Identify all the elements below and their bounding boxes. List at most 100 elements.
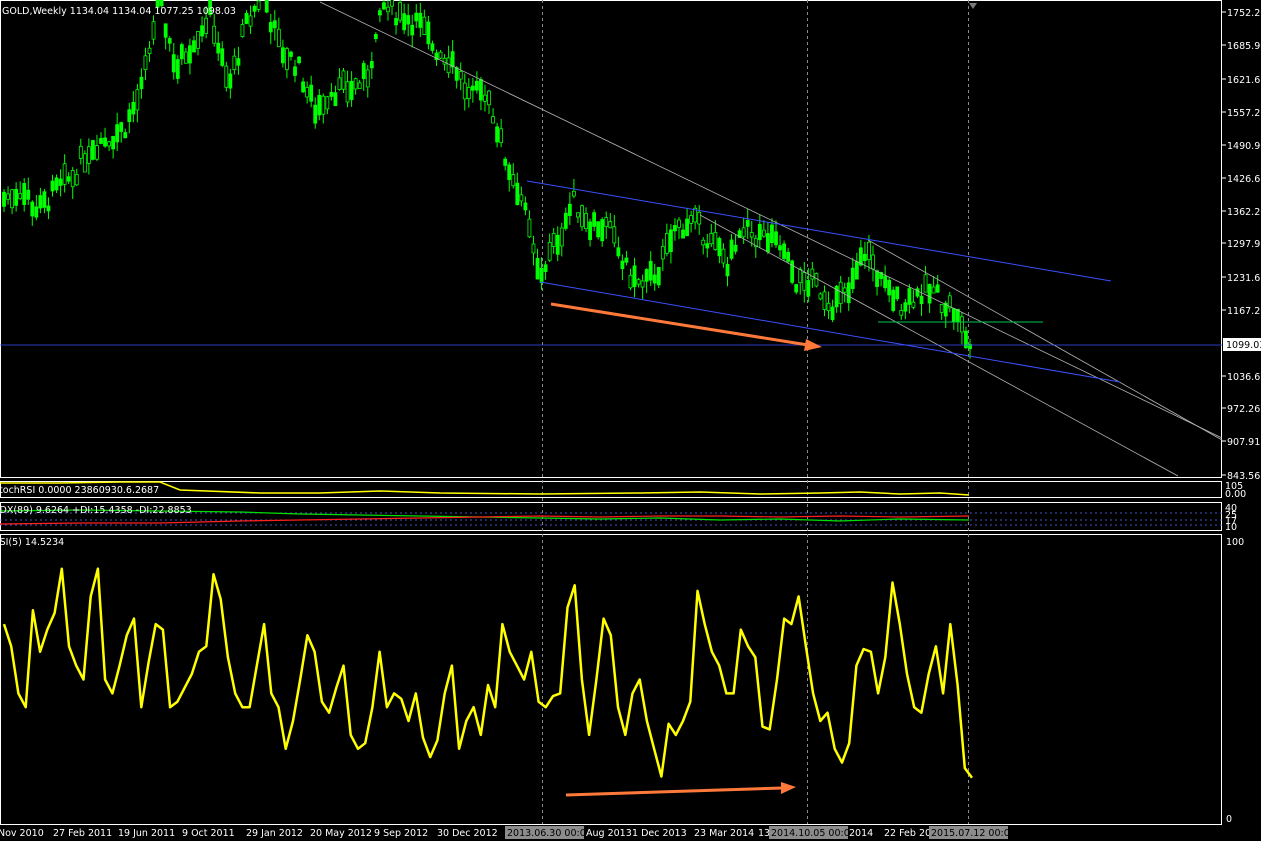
- candle-body: [923, 274, 928, 293]
- candle-body: [99, 138, 103, 144]
- time-label-4: 29 Jan 2012: [246, 828, 303, 839]
- time-label-2: 19 Jun 2011: [118, 828, 175, 839]
- candle-body: [571, 190, 576, 197]
- candle-body: [745, 220, 750, 227]
- adx-panel: 40 25 17 10 ADX(89) 9.6264 +DI:15.4358 -…: [0, 503, 1237, 533]
- candle-body: [616, 247, 621, 257]
- candle-body: [159, 0, 164, 7]
- candle-body: [830, 306, 835, 321]
- candle-body: [628, 274, 633, 289]
- candle-body: [822, 291, 827, 310]
- candle-body: [301, 81, 305, 93]
- candle-body: [18, 193, 23, 200]
- adx-axis-tick-3: 10: [1225, 522, 1237, 533]
- candle-body: [770, 224, 774, 244]
- candle-body: [846, 282, 851, 304]
- candle-body: [600, 219, 605, 242]
- candle-body: [394, 18, 398, 26]
- shift-marker-icon: [969, 3, 977, 9]
- candle-body: [369, 61, 374, 69]
- candle-body: [729, 239, 734, 259]
- candle-body: [240, 24, 245, 37]
- candle-body: [677, 219, 681, 228]
- time-label-1: 27 Feb 2011: [53, 828, 112, 839]
- candle-body: [86, 146, 91, 164]
- candle-body: [26, 189, 31, 200]
- price-tick-label: 972.26: [1227, 404, 1260, 415]
- candle-body: [10, 189, 14, 209]
- candle-body: [78, 145, 83, 159]
- candle-body: [838, 281, 843, 304]
- candle-body: [305, 86, 310, 98]
- candle-body: [479, 79, 483, 101]
- candle-body: [54, 177, 59, 191]
- time-label-7: 30 Dec 2012: [437, 828, 498, 839]
- candle-body: [842, 287, 847, 293]
- time-label-12: 2014: [849, 828, 873, 839]
- candle-body: [264, 0, 269, 13]
- price-tick-label: 907.91: [1227, 437, 1260, 448]
- candle-body: [951, 308, 956, 322]
- trendline-long-lower: [699, 214, 1179, 477]
- candle-body: [705, 243, 710, 249]
- candle-body: [887, 279, 892, 296]
- time-label-8: Aug 2013: [586, 828, 632, 839]
- candle-body: [204, 17, 208, 34]
- candle-body: [903, 302, 908, 312]
- candle-body: [547, 241, 552, 261]
- candle-body: [313, 104, 318, 124]
- candle-body: [632, 265, 637, 288]
- candle-body: [883, 275, 888, 289]
- candle-body: [681, 229, 685, 239]
- candle-body: [135, 89, 140, 111]
- candle-body: [179, 44, 184, 60]
- candle-body: [373, 34, 378, 40]
- price-tick-label: 1036.61: [1227, 372, 1261, 383]
- candle-body: [175, 59, 180, 79]
- candle-body: [450, 51, 455, 68]
- candle-body: [555, 234, 560, 255]
- candle-body: [466, 87, 471, 100]
- candle-body: [442, 57, 447, 65]
- candle-body: [495, 126, 500, 143]
- candle-body: [608, 221, 613, 229]
- candle-body: [50, 180, 55, 192]
- candle-body: [863, 253, 867, 261]
- candle-body: [212, 25, 217, 44]
- candle-body: [349, 80, 354, 100]
- candle-body: [446, 57, 451, 74]
- candle-body: [871, 254, 875, 270]
- drawing-objects: [0, 1, 1223, 477]
- rsi-axis-tick-0: 100: [1226, 537, 1244, 548]
- candle-body: [426, 21, 431, 45]
- adx-title: ADX(89) 9.6264 +DI:15.4358 -DI:22.8853: [0, 505, 192, 516]
- candle-body: [499, 128, 504, 144]
- price-tick-label: 1297.91: [1227, 239, 1261, 250]
- chart-canvas[interactable]: 1752.26 1685.96 1621.61 1557.26 1490.96 1426.…: [0, 0, 1261, 841]
- candle-body: [297, 56, 301, 64]
- time-marker-label-2: 2015.07.12 00:00: [931, 828, 1016, 839]
- time-marker-lines: [542, 0, 969, 824]
- time-label-13: 22 Feb 20: [884, 828, 931, 839]
- candle-body: [664, 233, 669, 254]
- candle-body: [115, 124, 120, 143]
- candle-body: [584, 213, 588, 230]
- candle-body: [462, 82, 467, 100]
- candle-body: [382, 2, 386, 10]
- candle-body: [357, 82, 362, 89]
- candle-body: [612, 226, 617, 244]
- candle-body: [321, 95, 326, 115]
- candle-body: [454, 67, 459, 81]
- candle-body: [216, 42, 221, 54]
- stochrsi-title: StochRSI 0.0000 23860930.6.2687: [0, 485, 159, 496]
- candle-body: [491, 116, 495, 124]
- candle-body: [30, 201, 35, 217]
- candle-body: [741, 227, 746, 238]
- candle-body: [95, 145, 99, 160]
- candle-body: [192, 40, 196, 53]
- candle-body: [143, 55, 148, 71]
- candle-body: [535, 257, 540, 280]
- price-tick-label: 1167.26: [1227, 306, 1261, 317]
- candle-body: [891, 289, 896, 311]
- price-tick-label: 1490.96: [1227, 141, 1261, 152]
